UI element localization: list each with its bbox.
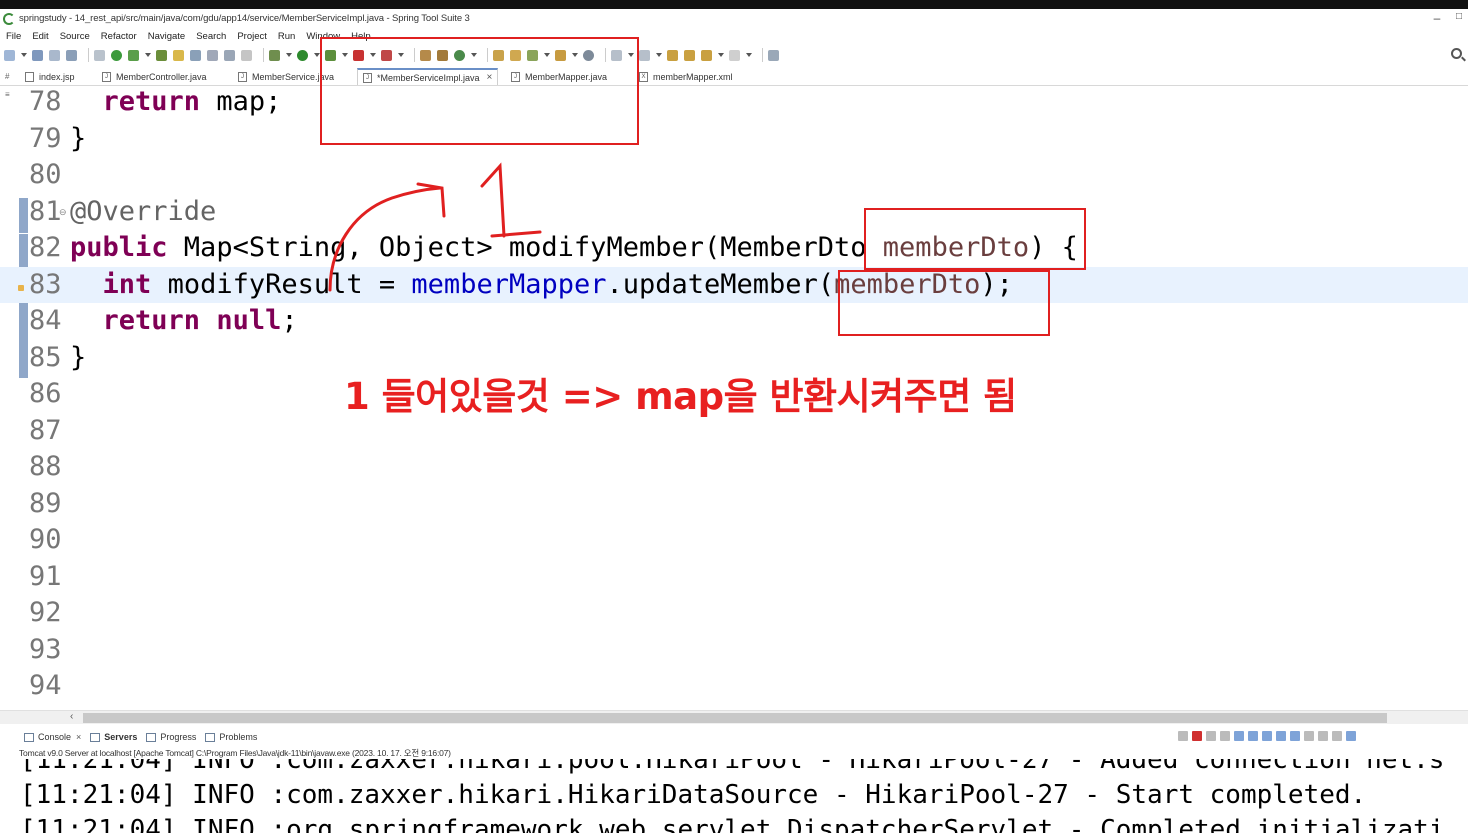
show-on-error-icon[interactable] xyxy=(1290,731,1300,741)
tab-progress[interactable]: Progress xyxy=(146,732,196,742)
scrollbar-thumb[interactable] xyxy=(83,713,1387,723)
chevron-left-icon[interactable]: ‹ xyxy=(70,711,73,722)
problems-icon xyxy=(205,732,216,742)
console-toolbar xyxy=(1178,731,1360,741)
progress-icon xyxy=(146,732,157,742)
console-line: [11:21:04] INFO :org.springframework.web… xyxy=(20,815,1445,833)
console-description: Tomcat v9.0 Server at localhost [Apache … xyxy=(19,748,451,758)
annotation-text: 1 들어있을것 => map을 반환시켜주면 됨 xyxy=(344,375,1017,418)
tab-servers[interactable]: Servers xyxy=(90,732,137,742)
debug-disconnect-icon[interactable] xyxy=(1178,731,1188,741)
show-on-output-icon[interactable] xyxy=(1276,731,1286,741)
tab-label: Servers xyxy=(104,732,138,742)
open-console-icon[interactable] xyxy=(1332,731,1342,741)
terminate-icon[interactable] xyxy=(1192,731,1202,741)
console-icon xyxy=(24,732,34,742)
tab-problems[interactable]: Problems xyxy=(205,732,257,742)
display-console-icon[interactable] xyxy=(1318,731,1328,741)
remove-launch-icon[interactable] xyxy=(1206,731,1216,741)
horizontal-scrollbar[interactable]: ‹ xyxy=(0,710,1468,724)
servers-icon xyxy=(90,732,101,742)
remove-all-icon[interactable] xyxy=(1220,731,1230,741)
word-wrap-icon[interactable] xyxy=(1262,731,1272,741)
clear-console-icon[interactable] xyxy=(1234,731,1244,741)
scroll-lock-icon[interactable] xyxy=(1248,731,1258,741)
view-menu-icon[interactable] xyxy=(1346,731,1356,741)
pin-console-icon[interactable] xyxy=(1304,731,1314,741)
tab-label: Progress xyxy=(160,732,197,742)
console-line: [11:21:04] INFO :com.zaxxer.hikari.Hikar… xyxy=(20,780,1367,810)
close-icon[interactable]: × xyxy=(76,732,81,742)
tab-label: Console xyxy=(38,732,72,742)
tab-console[interactable]: Console × xyxy=(24,732,81,742)
console-line: [11:21:04] INFO :com.zaxxer.hikari.pool.… xyxy=(20,759,1445,775)
console-output[interactable]: [11:21:04] INFO :com.zaxxer.hikari.pool.… xyxy=(0,759,1468,833)
tab-label: Problems xyxy=(219,732,258,742)
